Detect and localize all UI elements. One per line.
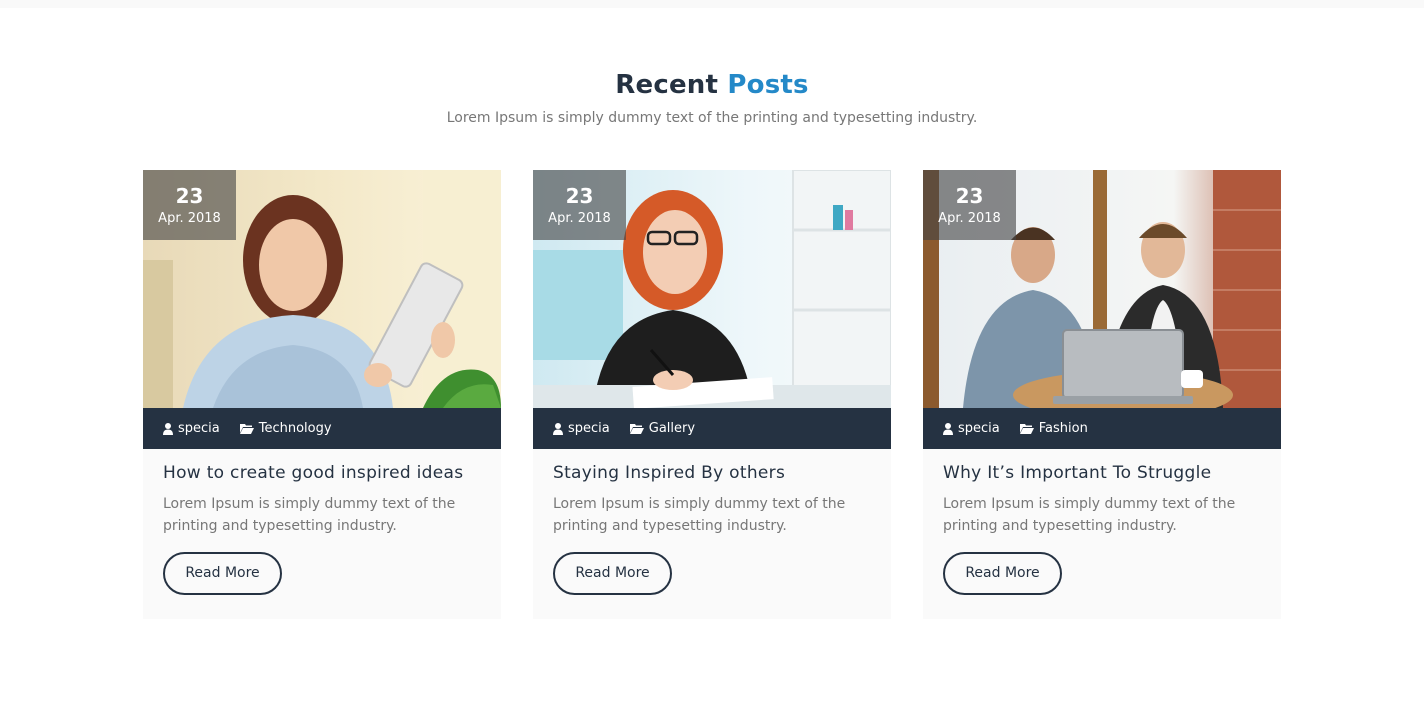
- date-month: Apr. 2018: [158, 211, 221, 226]
- post-card: 23 Apr. 2018 specia Fashion Why It’s Imp…: [923, 170, 1281, 619]
- post-author-label: specia: [568, 421, 610, 436]
- read-more-button[interactable]: Read More: [943, 552, 1062, 595]
- post-category[interactable]: Technology: [239, 421, 332, 436]
- post-meta-bar: specia Technology: [143, 408, 501, 449]
- post-card: 23 Apr. 2018 specia Technology How to cr…: [143, 170, 501, 619]
- post-title[interactable]: Staying Inspired By others: [553, 463, 871, 483]
- post-author-label: specia: [178, 421, 220, 436]
- posts-grid: 23 Apr. 2018 specia Technology How to cr…: [143, 170, 1281, 619]
- post-body: Why It’s Important To Struggle Lorem Ips…: [923, 449, 1281, 595]
- post-card: 23 Apr. 2018 specia Gallery Staying Insp…: [533, 170, 891, 619]
- post-category-label: Gallery: [648, 421, 696, 436]
- user-icon: [553, 422, 563, 435]
- folder-open-icon: [629, 424, 644, 434]
- post-body: Staying Inspired By others Lorem Ipsum i…: [533, 449, 891, 595]
- post-image[interactable]: 23 Apr. 2018: [533, 170, 891, 408]
- post-meta-bar: specia Gallery: [533, 408, 891, 449]
- read-more-button[interactable]: Read More: [553, 552, 672, 595]
- section-title: Recent Posts: [0, 70, 1424, 100]
- top-strip: [0, 0, 1424, 8]
- post-excerpt: Lorem Ipsum is simply dummy text of the …: [943, 496, 1236, 534]
- date-badge: 23 Apr. 2018: [143, 170, 236, 240]
- post-title[interactable]: How to create good inspired ideas: [163, 463, 481, 483]
- post-image[interactable]: 23 Apr. 2018: [143, 170, 501, 408]
- post-body: How to create good inspired ideas Lorem …: [143, 449, 501, 595]
- post-author-label: specia: [958, 421, 1000, 436]
- date-month: Apr. 2018: [938, 211, 1001, 226]
- date-day: 23: [955, 184, 984, 208]
- post-excerpt: Lorem Ipsum is simply dummy text of the …: [553, 496, 846, 534]
- folder-open-icon: [1019, 424, 1034, 434]
- post-excerpt: Lorem Ipsum is simply dummy text of the …: [163, 496, 456, 534]
- date-day: 23: [175, 184, 204, 208]
- date-badge: 23 Apr. 2018: [923, 170, 1016, 240]
- read-more-button[interactable]: Read More: [163, 552, 282, 595]
- folder-open-icon: [239, 424, 254, 434]
- date-day: 23: [565, 184, 594, 208]
- post-category[interactable]: Gallery: [629, 421, 696, 436]
- section-subtitle: Lorem Ipsum is simply dummy text of the …: [446, 110, 978, 126]
- date-month: Apr. 2018: [548, 211, 611, 226]
- date-badge: 23 Apr. 2018: [533, 170, 626, 240]
- user-icon: [943, 422, 953, 435]
- post-title[interactable]: Why It’s Important To Struggle: [943, 463, 1261, 483]
- post-image[interactable]: 23 Apr. 2018: [923, 170, 1281, 408]
- post-category-label: Fashion: [1038, 421, 1088, 436]
- section-header: Recent Posts Lorem Ipsum is simply dummy…: [0, 70, 1424, 126]
- post-category-label: Technology: [258, 421, 332, 436]
- post-meta-bar: specia Fashion: [923, 408, 1281, 449]
- section-title-main: Recent: [615, 70, 719, 100]
- post-author[interactable]: specia: [943, 421, 1000, 436]
- post-category[interactable]: Fashion: [1019, 421, 1088, 436]
- post-author[interactable]: specia: [163, 421, 220, 436]
- section-title-accent: Posts: [727, 70, 809, 100]
- user-icon: [163, 422, 173, 435]
- post-author[interactable]: specia: [553, 421, 610, 436]
